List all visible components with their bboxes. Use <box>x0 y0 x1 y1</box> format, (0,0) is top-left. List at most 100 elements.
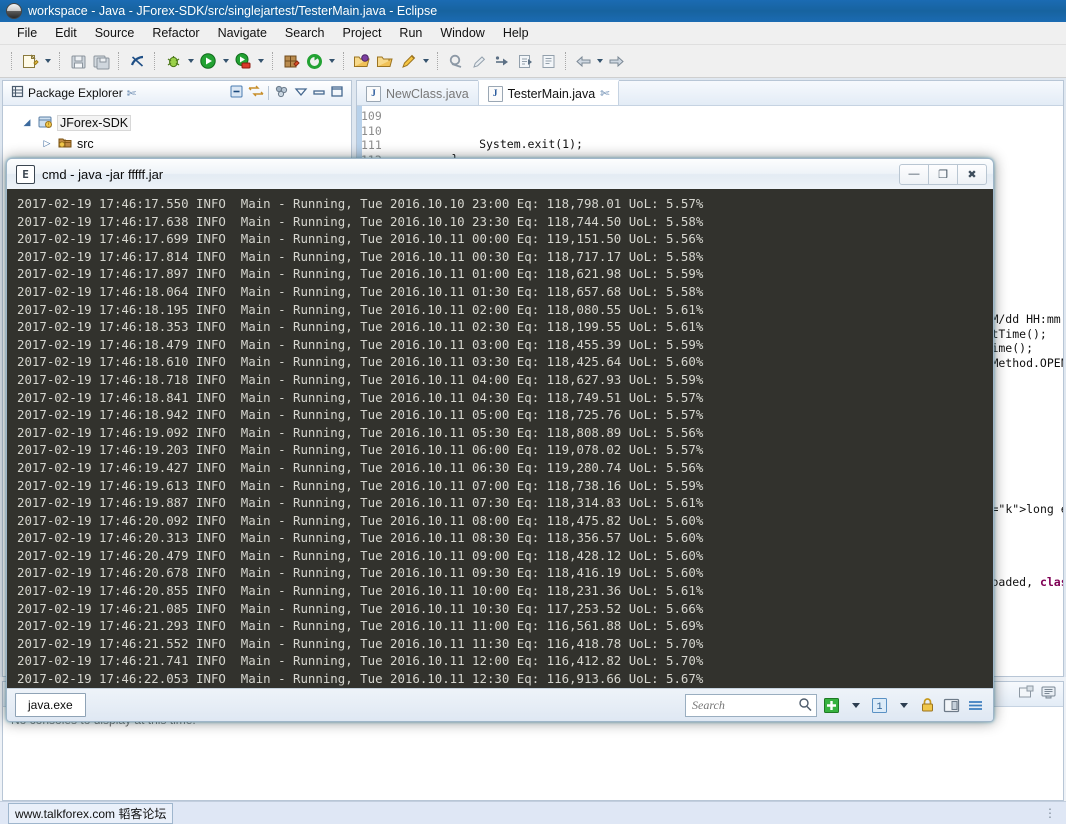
java-project-icon: ! <box>37 114 53 132</box>
menu-window[interactable]: Window <box>431 24 493 42</box>
maximize-button[interactable]: ❐ <box>928 163 958 185</box>
menu-help[interactable]: Help <box>494 24 538 42</box>
svg-text:1: 1 <box>876 702 882 713</box>
run-dropdown-icon[interactable] <box>220 50 231 72</box>
menu-source[interactable]: Source <box>86 24 144 42</box>
window-number-icon[interactable]: 1 <box>870 696 889 715</box>
close-icon[interactable]: ✄ <box>127 87 136 100</box>
console-log-line: 2017-02-19 17:46:18.195 INFO Main - Runn… <box>17 301 704 317</box>
search-icon[interactable] <box>798 697 812 714</box>
close-button[interactable]: ✖ <box>957 163 987 185</box>
more-icon[interactable]: ⋮ <box>1044 806 1058 820</box>
tab-newclass-java[interactable]: J NewClass.java <box>357 82 478 105</box>
menu-edit[interactable]: Edit <box>46 24 86 42</box>
console-log-line: 2017-02-19 17:46:19.203 INFO Main - Runn… <box>17 442 704 458</box>
console-log-line: 2017-02-19 17:46:21.293 INFO Main - Runn… <box>17 618 704 634</box>
highlight-pencil-icon[interactable] <box>397 50 419 72</box>
eclipse-titlebar: workspace - Java - JForex-SDK/src/single… <box>0 0 1066 22</box>
view-menu-icon[interactable] <box>294 86 308 101</box>
cmd-window-buttons: — ❐ ✖ <box>899 159 993 189</box>
console-log-line: 2017-02-19 17:46:20.092 INFO Main - Runn… <box>17 512 704 528</box>
menu-icon[interactable] <box>966 696 985 715</box>
menu-navigate[interactable]: Navigate <box>209 24 276 42</box>
tree-item-src[interactable]: ▷ src <box>9 133 351 154</box>
add-green-icon[interactable] <box>822 696 841 715</box>
menu-refactor[interactable]: Refactor <box>143 24 208 42</box>
tree-item-label: src <box>77 136 94 151</box>
new-java-package-icon[interactable] <box>280 50 302 72</box>
status-bar-text: www.talkforex.com 韬客论坛 <box>8 802 174 824</box>
menu-project[interactable]: Project <box>334 24 391 42</box>
nav-back-dropdown-icon[interactable] <box>594 50 605 72</box>
console-log-line: 2017-02-19 17:46:21.741 INFO Main - Runn… <box>17 653 704 669</box>
refresh-icon[interactable] <box>303 50 325 72</box>
run-external-tools-icon[interactable] <box>232 50 254 72</box>
window-dropdown-icon[interactable] <box>894 696 913 715</box>
console-log-line: 2017-02-19 17:46:18.610 INFO Main - Runn… <box>17 354 704 370</box>
pencil-icon[interactable] <box>468 50 490 72</box>
maximize-view-icon[interactable] <box>330 85 344 101</box>
console-log-line: 2017-02-19 17:46:21.085 INFO Main - Runn… <box>17 600 704 616</box>
nav-back-icon[interactable] <box>573 50 593 72</box>
line-number: 110 <box>361 123 382 138</box>
console-log-line: 2017-02-19 17:46:20.678 INFO Main - Runn… <box>17 565 704 581</box>
display-selected-console-icon[interactable] <box>1040 685 1057 703</box>
cmd-titlebar[interactable]: E cmd - java -jar fffff.jar — ❐ ✖ <box>7 159 993 189</box>
menu-run[interactable]: Run <box>390 24 431 42</box>
tree-item-jforex-sdk[interactable]: ◢ ! JForex-SDK <box>9 112 351 133</box>
console-log-line: 2017-02-19 17:46:20.855 INFO Main - Runn… <box>17 583 704 599</box>
cmd-footer-taskbar: java.exe 1 <box>7 688 993 721</box>
status-bar: www.talkforex.com 韬客论坛 ⋮ <box>0 801 1066 824</box>
save-all-icon[interactable] <box>90 50 112 72</box>
lock-icon[interactable] <box>918 696 937 715</box>
new-wizard-icon[interactable] <box>19 50 41 72</box>
line-number: 111 <box>361 138 382 153</box>
cmd-console-window[interactable]: E cmd - java -jar fffff.jar — ❐ ✖ 2017-0… <box>6 158 994 722</box>
toggle-mark-occurrences-icon[interactable] <box>126 50 148 72</box>
open-type-icon[interactable] <box>351 50 373 72</box>
menu-search[interactable]: Search <box>276 24 334 42</box>
skip-all-breakpoints-icon[interactable] <box>445 50 467 72</box>
link-with-editor-icon[interactable] <box>248 84 264 102</box>
twisty-expanded-icon[interactable]: ◢ <box>21 117 33 128</box>
toolbar-separator <box>272 52 274 70</box>
eclipse-logo-icon <box>6 3 22 19</box>
collapse-all-icon[interactable] <box>229 84 244 102</box>
tab-testermain-java[interactable]: J TesterMain.java ✄ <box>477 80 620 105</box>
close-icon[interactable]: ✄ <box>600 87 609 100</box>
toolbar-separator <box>565 52 567 70</box>
panel-icon[interactable] <box>942 696 961 715</box>
code-line: System.exit(1); <box>396 137 583 151</box>
tab-package-explorer[interactable]: Package Explorer ✄ <box>7 85 140 101</box>
search-field[interactable] <box>690 696 798 714</box>
next-annotation-icon[interactable] <box>491 50 513 72</box>
new-wizard-dropdown-icon[interactable] <box>42 50 53 72</box>
highlight-dropdown-icon[interactable] <box>420 50 431 72</box>
twisty-collapsed-icon[interactable]: ▷ <box>41 138 53 149</box>
cmd-console-output[interactable]: 2017-02-19 17:46:17.550 INFO Main - Runn… <box>7 189 993 688</box>
console-log-line: 2017-02-19 17:46:17.550 INFO Main - Runn… <box>17 196 704 211</box>
task-chip-java-exe[interactable]: java.exe <box>15 693 86 717</box>
debug-dropdown-icon[interactable] <box>185 50 196 72</box>
console-log-line: 2017-02-19 17:46:18.942 INFO Main - Runn… <box>17 407 704 423</box>
search-input[interactable] <box>685 693 817 717</box>
previous-edit-icon[interactable] <box>514 50 536 72</box>
run-external-dropdown-icon[interactable] <box>255 50 266 72</box>
last-edit-location-icon[interactable] <box>537 50 559 72</box>
new-console-view-icon[interactable] <box>1018 685 1035 703</box>
minimize-button[interactable]: — <box>899 163 929 185</box>
add-dropdown-icon[interactable] <box>846 696 865 715</box>
nav-forward-icon[interactable] <box>606 50 626 72</box>
debug-icon[interactable] <box>162 50 184 72</box>
view-menu-group-icon[interactable] <box>274 84 290 102</box>
minimize-view-icon[interactable] <box>312 86 326 101</box>
toolbar-separator <box>268 86 270 100</box>
console-log-line: 2017-02-19 17:46:22.053 INFO Main - Runn… <box>17 671 704 687</box>
open-task-icon[interactable] <box>374 50 396 72</box>
menu-file[interactable]: File <box>8 24 46 42</box>
line-number: 109 <box>361 109 382 123</box>
java-file-icon: J <box>366 85 381 102</box>
run-icon[interactable] <box>197 50 219 72</box>
refresh-dropdown-icon[interactable] <box>326 50 337 72</box>
save-icon[interactable] <box>67 50 89 72</box>
